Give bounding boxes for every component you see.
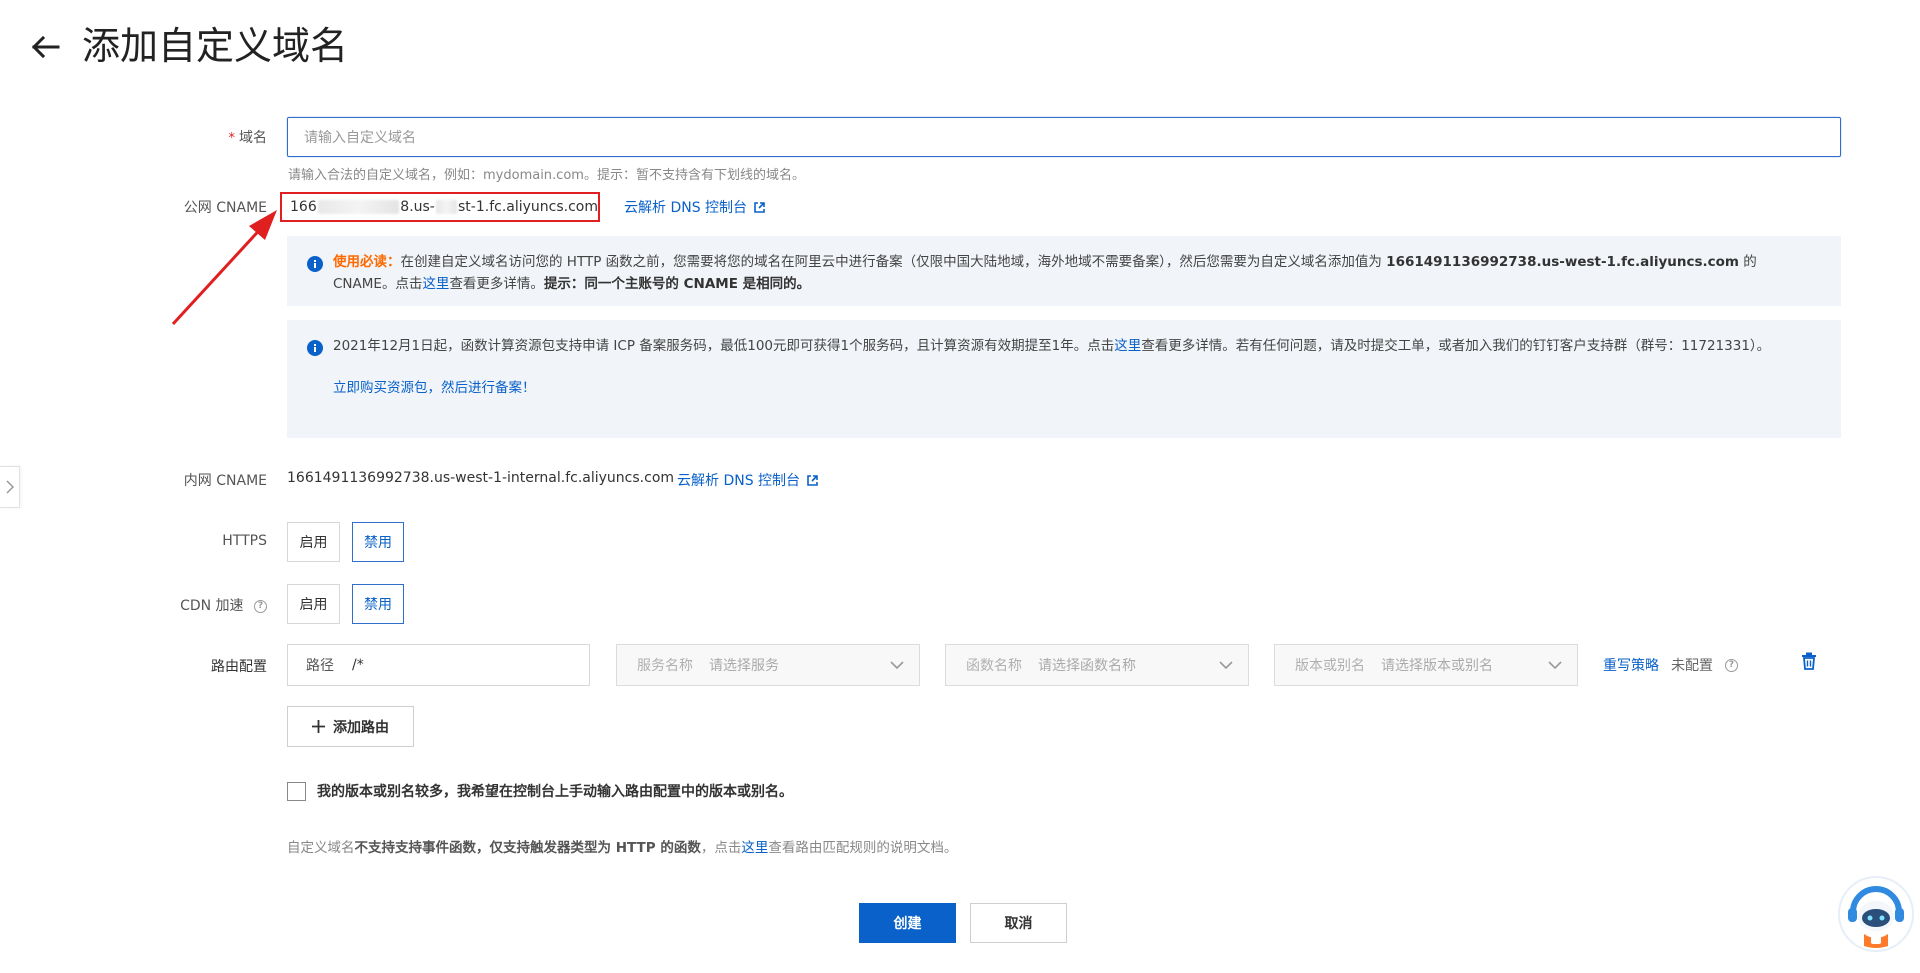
route-path-label: 路径	[306, 658, 334, 674]
function-select-placeholder: 请选择函数名称	[1038, 658, 1136, 674]
domain-input-placeholder: 请输入自定义域名	[304, 130, 416, 146]
public-cname-suffix: st-1.fc.aliyuncs.com	[458, 199, 598, 215]
sidebar-expand-handle[interactable]	[0, 466, 20, 508]
notice-warn-label: 使用必读：	[333, 254, 401, 270]
redacted-blur	[435, 200, 457, 214]
https-label: HTTPS	[222, 533, 267, 549]
route-label: 路由配置	[211, 659, 267, 675]
chevron-down-icon	[890, 661, 904, 670]
public-dns-console-link-text: 云解析 DNS 控制台	[624, 200, 748, 216]
domain-input[interactable]: 请输入自定义域名	[287, 117, 1841, 157]
chevron-down-icon	[1548, 661, 1562, 670]
cdn-disable-button[interactable]: 禁用	[352, 584, 404, 624]
domain-hint: 请输入合法的自定义域名，例如：mydomain.com。提示：暂不支持含有下划线…	[288, 168, 805, 183]
function-select-label: 函数名称	[966, 658, 1022, 674]
public-dns-console-link[interactable]: 云解析 DNS 控制台	[624, 197, 766, 217]
cdn-label: CDN 加速 ?	[180, 595, 267, 615]
domain-label: * 域名	[229, 127, 268, 147]
footer-note: 自定义域名不支持支持事件函数，仅支持触发器类型为 HTTP 的函数，点击这里查看…	[287, 836, 957, 856]
rewrite-policy-status: 未配置	[1671, 658, 1713, 674]
add-route-label: 添加路由	[333, 719, 389, 736]
notice-required-reading: 使用必读：在创建自定义域名访问您的 HTTP 函数之前，您需要将您的域名在阿里云…	[287, 236, 1841, 306]
notice-icp-package: 2021年12月1日起，函数计算资源包支持申请 ICP 备案服务码，最低100元…	[287, 320, 1841, 438]
https-disable-button[interactable]: 禁用	[352, 522, 404, 562]
footer-note-text: ，点击	[700, 840, 742, 856]
route-path-input[interactable]: 路径 /*	[287, 644, 590, 686]
assistant-avatar-icon[interactable]	[1838, 876, 1914, 952]
help-icon[interactable]: ?	[1725, 658, 1738, 672]
version-select-placeholder: 请选择版本或别名	[1381, 658, 1493, 674]
required-mark: *	[228, 131, 236, 146]
manual-version-checkbox[interactable]	[287, 782, 306, 801]
manual-version-checkbox-label: 我的版本或别名较多，我希望在控制台上手动输入路由配置中的版本或别名。	[317, 784, 793, 800]
internal-dns-console-link[interactable]: 云解析 DNS 控制台	[677, 470, 819, 490]
buy-package-link[interactable]: 立即购买资源包，然后进行备案！	[333, 380, 536, 396]
domain-label-text: 域名	[239, 130, 267, 146]
https-enable-button[interactable]: 启用	[287, 522, 340, 562]
internal-dns-console-link-text: 云解析 DNS 控制台	[677, 473, 801, 489]
plus-icon	[312, 720, 325, 733]
notice-tip-bold: 提示：同一个主账号的 CNAME 是相同的。	[543, 276, 811, 292]
external-link-icon	[754, 201, 765, 213]
trash-icon[interactable]	[1801, 652, 1817, 670]
notice-text: 查看更多详情。	[449, 276, 544, 292]
chevron-right-icon	[5, 480, 14, 494]
notice-text: 2021年12月1日起，函数计算资源包支持申请 ICP 备案服务码，最低100元…	[333, 338, 1115, 354]
public-cname-value: 166 8.us-st-1.fc.aliyuncs.com	[280, 192, 600, 222]
annotation-arrow	[171, 210, 277, 326]
function-select[interactable]: 函数名称 请选择函数名称	[945, 644, 1249, 686]
service-select-placeholder: 请选择服务	[709, 658, 779, 674]
notice-cname-bold: 1661491136992738.us-west-1.fc.aliyuncs.c…	[1386, 254, 1739, 270]
add-route-button[interactable]: 添加路由	[287, 706, 414, 747]
external-link-icon	[807, 474, 818, 486]
page-title: 添加自定义域名	[82, 24, 349, 68]
footer-note-text: 查看路由匹配规则的说明文档。	[768, 840, 958, 856]
back-arrow-icon[interactable]	[28, 30, 62, 64]
notice-detail-link[interactable]: 这里	[1114, 338, 1141, 354]
version-select-label: 版本或别名	[1295, 658, 1365, 674]
footer-note-bold: 不支持支持事件函数，仅支持触发器类型为 HTTP 的函数	[354, 840, 701, 856]
cancel-button[interactable]: 取消	[970, 903, 1067, 943]
info-icon	[307, 256, 323, 272]
service-select-label: 服务名称	[637, 658, 693, 674]
notice-text: 在创建自定义域名访问您的 HTTP 函数之前，您需要将您的域名在阿里云中进行备案…	[400, 254, 1387, 270]
chevron-down-icon	[1219, 661, 1233, 670]
create-button[interactable]: 创建	[859, 903, 956, 943]
footer-note-text: 自定义域名	[287, 840, 355, 856]
internal-cname-label: 内网 CNAME	[183, 473, 267, 489]
route-path-value: /*	[352, 657, 364, 673]
footer-note-link[interactable]: 这里	[741, 840, 768, 856]
redacted-blur	[317, 200, 400, 214]
notice-text: 查看更多详情。若有任何问题，请及时提交工单，或者加入我们的钉钉客户支持群（群号：…	[1141, 338, 1771, 354]
service-select[interactable]: 服务名称 请选择服务	[616, 644, 920, 686]
info-icon	[307, 340, 323, 356]
cdn-label-text: CDN 加速	[180, 598, 244, 614]
rewrite-policy: 重写策略 未配置 ?	[1603, 655, 1738, 675]
cdn-enable-button[interactable]: 启用	[287, 584, 340, 624]
public-cname-mid: 8.us-	[400, 199, 435, 215]
help-icon[interactable]: ?	[254, 599, 267, 613]
internal-cname-value: 1661491136992738.us-west-1-internal.fc.a…	[287, 470, 675, 486]
notice-detail-link[interactable]: 这里	[422, 276, 449, 292]
rewrite-policy-link[interactable]: 重写策略	[1603, 655, 1659, 675]
version-select[interactable]: 版本或别名 请选择版本或别名	[1274, 644, 1578, 686]
